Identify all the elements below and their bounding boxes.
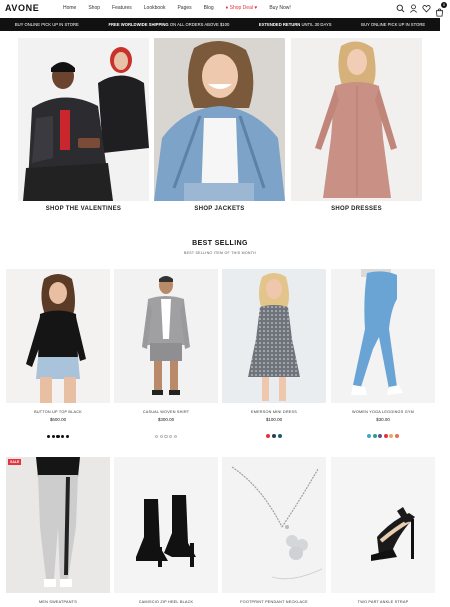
product-price: $100.00 xyxy=(265,417,283,422)
star-icon xyxy=(56,434,60,438)
nav-features[interactable]: Features xyxy=(112,5,132,11)
color-swatches xyxy=(222,425,326,438)
product-image xyxy=(114,457,218,593)
product-card[interactable]: BUTTON UP TOP BLACK $600.00 xyxy=(6,269,110,438)
color-swatches xyxy=(331,425,435,438)
best-selling-subtitle: BEST SELLING ITEM OF THIS MONTH xyxy=(184,251,256,255)
nav-buy-now[interactable]: Buy Now! xyxy=(269,5,290,11)
star-icon xyxy=(159,434,164,438)
product-name[interactable]: CASUAL WOVEN SHIRT xyxy=(114,410,218,414)
star-icon xyxy=(65,434,70,438)
product-name[interactable]: EMERSON MINI DRESS xyxy=(222,410,326,414)
color-swatch[interactable] xyxy=(389,434,394,438)
site-logo[interactable]: AVONE xyxy=(5,3,39,13)
nav-shop-deal[interactable]: ♦ Shop Deal ♥ xyxy=(226,5,258,11)
cart-button[interactable]: 0 xyxy=(435,2,447,17)
nav-blog[interactable]: Blog xyxy=(204,5,214,11)
category-dresses-label: SHOP DRESSES xyxy=(331,206,382,212)
promo-shipping-rest: ON ALL ORDERS ABOVE $100 xyxy=(168,22,230,27)
product-price: $300.00 xyxy=(157,417,175,422)
product-name[interactable]: MEN SWEATPANTS xyxy=(6,600,110,604)
promo-shipping: FREE WORLDWIDE SHIPPING ON ALL ORDERS AB… xyxy=(108,22,229,27)
promo-return-bold: EXTENDED RETURN xyxy=(258,22,301,27)
category-valentines-image xyxy=(18,38,149,201)
main-nav: Home Shop Features Lookbook Pages Blog ♦… xyxy=(63,5,303,11)
best-selling-title: BEST SELLING xyxy=(192,240,248,247)
star-icon xyxy=(164,434,168,438)
nav-lookbook[interactable]: Lookbook xyxy=(144,5,166,11)
promo-pickup-left: BUY ONLINE PICK UP IN STORE xyxy=(14,22,79,27)
product-image xyxy=(222,269,326,403)
product-card[interactable]: CASUAL WOVEN SHIRT $300.00 xyxy=(114,269,218,438)
product-card[interactable]: EMERSON MINI DRESS $100.00 xyxy=(222,269,326,438)
promo-return: EXTENDED RETURN UNTIL 30 DAYS xyxy=(259,22,332,27)
promo-return-rest: UNTIL 30 DAYS xyxy=(300,22,332,27)
product-card[interactable]: WOMEN YOGA LEGGINGS GYM $30.00 xyxy=(331,269,435,438)
product-image xyxy=(331,457,435,593)
promo-shipping-bold: FREE WORLDWIDE SHIPPING xyxy=(108,22,169,27)
rating-stars xyxy=(6,425,110,438)
product-name[interactable]: TWO PART ANKLE STRAP xyxy=(331,600,435,604)
header-icons: 0 xyxy=(392,2,447,17)
category-dresses[interactable]: SHOP DRESSES xyxy=(291,38,422,212)
color-swatch[interactable] xyxy=(272,434,276,438)
product-card[interactable]: CAMISCIO ZIP HEEL BLACK xyxy=(114,457,218,604)
user-icon[interactable] xyxy=(409,4,418,13)
category-valentines-label: SHOP THE VALENTINES xyxy=(45,206,122,212)
product-price: $30.00 xyxy=(376,417,390,422)
product-name[interactable]: CAMISCIO ZIP HEEL BLACK xyxy=(114,600,218,604)
sale-badge: SALE xyxy=(8,459,22,465)
star-icon xyxy=(46,434,51,438)
color-swatch[interactable] xyxy=(277,434,282,438)
product-name[interactable]: BUTTON UP TOP BLACK xyxy=(6,410,110,414)
category-jackets-label: SHOP JACKETS xyxy=(194,206,245,212)
color-swatch[interactable] xyxy=(367,434,372,438)
color-swatch[interactable] xyxy=(372,434,377,438)
color-swatch[interactable] xyxy=(266,434,271,438)
star-icon xyxy=(154,434,159,438)
star-icon xyxy=(60,434,65,438)
product-image xyxy=(114,269,218,403)
rating-stars xyxy=(114,425,218,438)
product-price: $600.00 xyxy=(49,417,67,422)
product-image xyxy=(222,457,326,593)
category-jackets-image xyxy=(154,38,285,201)
color-swatch[interactable] xyxy=(383,434,388,438)
product-image xyxy=(6,269,110,403)
color-swatch[interactable] xyxy=(394,434,399,438)
product-image: SALE xyxy=(6,457,110,593)
product-card[interactable]: TWO PART ANKLE STRAP xyxy=(331,457,435,604)
category-valentines[interactable]: SHOP THE VALENTINES xyxy=(18,38,149,212)
nav-home[interactable]: Home xyxy=(63,5,76,11)
product-name[interactable]: FOOTPRINT PENDANT NECKLACE xyxy=(222,600,326,604)
product-image xyxy=(331,269,435,403)
category-dresses-image xyxy=(291,38,422,201)
category-jackets[interactable]: SHOP JACKETS xyxy=(154,38,285,212)
heart-icon: ♥ xyxy=(252,5,258,11)
star-icon xyxy=(168,434,173,438)
star-icon xyxy=(173,434,178,438)
cart-count-badge: 0 xyxy=(441,2,447,8)
search-icon[interactable] xyxy=(396,4,405,13)
nav-pages[interactable]: Pages xyxy=(177,5,191,11)
wishlist-heart-icon[interactable] xyxy=(422,4,431,13)
color-swatch[interactable] xyxy=(378,434,383,438)
star-icon xyxy=(51,434,56,438)
promo-pickup-right: BUY ONLINE PICK UP IN STORE xyxy=(361,22,426,27)
promo-bar: BUY ONLINE PICK UP IN STORE FREE WORLDWI… xyxy=(0,18,440,31)
nav-shop-deal-label: Shop Deal xyxy=(229,5,253,11)
site-header: AVONE Home Shop Features Lookbook Pages … xyxy=(0,0,450,18)
product-card[interactable]: FOOTPRINT PENDANT NECKLACE xyxy=(222,457,326,604)
product-name[interactable]: WOMEN YOGA LEGGINGS GYM xyxy=(331,410,435,414)
cart-icon xyxy=(435,8,444,17)
product-card[interactable]: SALE MEN SWEATPANTS xyxy=(6,457,110,604)
nav-shop[interactable]: Shop xyxy=(88,5,100,11)
